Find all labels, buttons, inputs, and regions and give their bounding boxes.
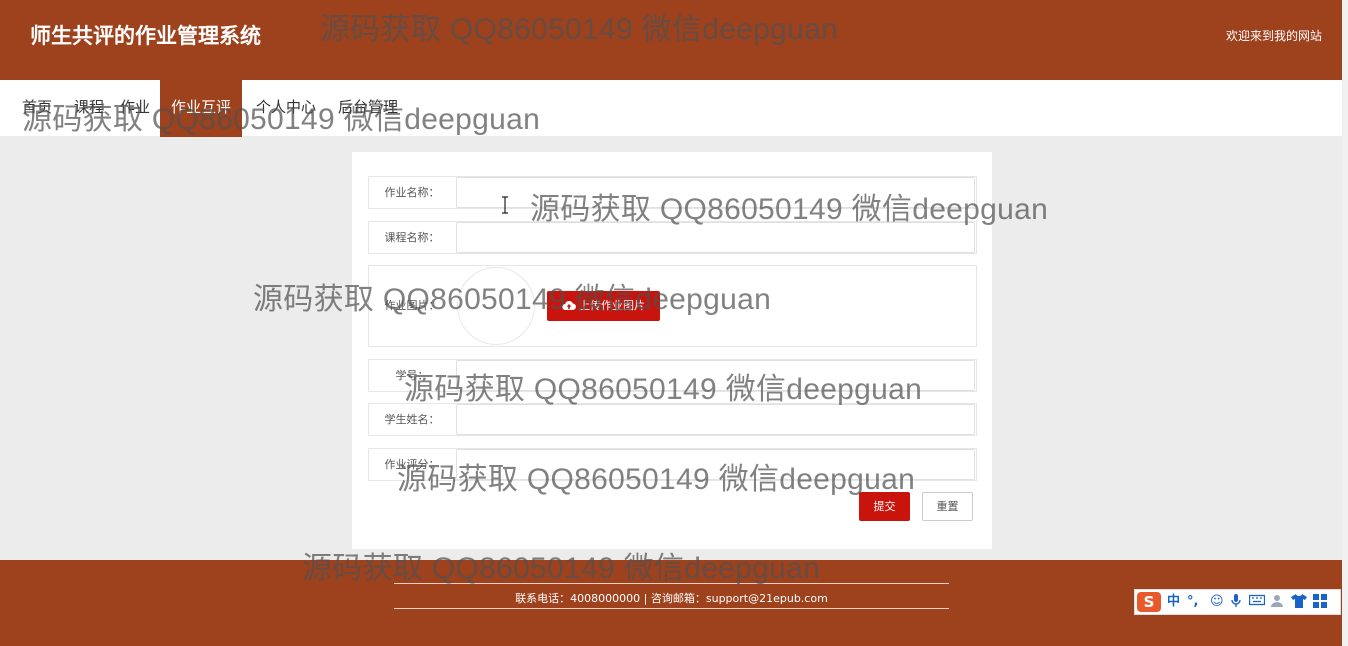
- homework-name-label: 作业名称：: [384, 186, 440, 199]
- homework-name-input[interactable]: [456, 177, 975, 208]
- toolbox-grid-icon[interactable]: [1313, 594, 1327, 613]
- course-name-row: 课程名称：: [368, 221, 977, 254]
- reset-button[interactable]: 重置: [922, 492, 973, 521]
- homework-name-row: 作业名称：: [368, 176, 977, 209]
- text-cursor-icon: [502, 196, 508, 214]
- ime-mode-toggle[interactable]: 中: [1167, 594, 1180, 610]
- site-header: 师生共评的作业管理系统 欢迎来到我的网站: [0, 0, 1348, 80]
- nav-item-peer-review[interactable]: 作业互评: [160, 80, 242, 137]
- student-id-input[interactable]: [456, 360, 975, 391]
- emoji-icon[interactable]: ☺: [1210, 594, 1224, 610]
- site-title: 师生共评的作业管理系统: [30, 24, 261, 48]
- ime-toolbar: S 中 °, ☺: [1134, 589, 1341, 615]
- nav-item-homework[interactable]: 作业: [114, 80, 156, 137]
- homework-image-row: 作业图片： 上传作业图片: [368, 265, 977, 347]
- nav-item-home[interactable]: 首页: [16, 80, 58, 137]
- upload-image-label: 上传作业图片: [579, 299, 645, 312]
- course-name-input[interactable]: [456, 222, 975, 253]
- student-name-input[interactable]: [456, 404, 975, 435]
- student-name-label: 学生姓名：: [384, 413, 440, 426]
- footer-divider-bottom: [394, 608, 949, 609]
- image-preview: [457, 267, 535, 345]
- microphone-icon[interactable]: [1231, 594, 1241, 613]
- nav-item-profile[interactable]: 个人中心: [248, 80, 324, 137]
- homework-score-label: 作业评分：: [384, 458, 440, 471]
- submit-button[interactable]: 提交: [859, 492, 910, 521]
- cloud-upload-icon: [562, 300, 576, 311]
- page-scrollbar[interactable]: [1342, 0, 1348, 646]
- ime-logo-icon[interactable]: S: [1137, 592, 1161, 612]
- homework-form: 作业名称： 课程名称： 作业图片： 上传作业图片 学号： 学生姓名： 作业评分：…: [352, 152, 992, 549]
- homework-image-label: 作业图片：: [384, 299, 440, 312]
- user-icon[interactable]: [1271, 594, 1285, 613]
- student-id-label: 学号：: [395, 369, 429, 382]
- course-name-label: 课程名称：: [384, 231, 440, 244]
- student-name-row: 学生姓名：: [368, 403, 977, 436]
- keyboard-icon[interactable]: [1248, 594, 1266, 611]
- homework-score-row: 作业评分：: [368, 448, 977, 481]
- upload-image-button[interactable]: 上传作业图片: [547, 291, 660, 321]
- welcome-text: 欢迎来到我的网站: [1225, 29, 1322, 43]
- homework-score-input[interactable]: [456, 449, 975, 480]
- student-id-row: 学号：: [368, 359, 977, 392]
- nav-item-admin[interactable]: 后台管理: [330, 80, 406, 137]
- footer-divider-top: [394, 583, 949, 584]
- punctuation-icon[interactable]: °,: [1187, 594, 1198, 610]
- footer-contact: 联系电话：4008000000 | 咨询邮箱：support@21epub.co…: [515, 592, 828, 605]
- skin-shirt-icon[interactable]: [1291, 594, 1307, 613]
- main-nav: 首页 课程 作业 作业互评 个人中心 后台管理: [0, 80, 1348, 137]
- nav-item-courses[interactable]: 课程: [68, 80, 110, 137]
